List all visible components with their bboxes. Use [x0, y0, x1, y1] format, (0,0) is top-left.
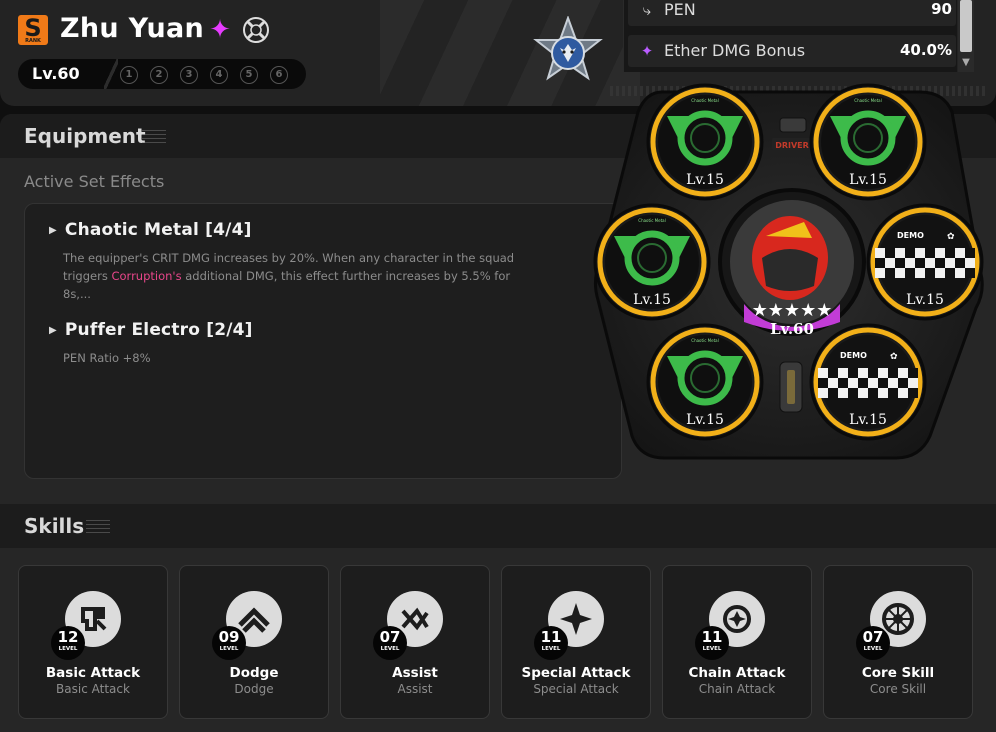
skill-name: Dodge [229, 665, 279, 681]
equipment-section: Equipment Active Set Effects ▶ Chaotic Me… [0, 114, 996, 504]
skill-subtitle: Dodge [234, 682, 274, 696]
skill-level-caption: LEVEL [219, 646, 239, 652]
stats-panel[interactable]: ⤷ PEN 90 ✦ Ether DMG Bonus 40.0% [623, 0, 957, 72]
skill-level-badge: 07 LEVEL [373, 626, 407, 660]
skill-level: 09 [218, 628, 240, 646]
pen-icon: ⤷ [642, 1, 652, 19]
skill-name: Core Skill [861, 665, 935, 681]
cinema-4[interactable]: 4 [210, 66, 228, 84]
equipment-title: Equipment [24, 124, 146, 148]
stat-label: PEN [664, 0, 696, 19]
stat-value: 40.0% [899, 41, 952, 59]
skill-level-caption: LEVEL [702, 646, 722, 652]
skill-level-badge: 11 LEVEL [695, 626, 729, 660]
expand-triangle-icon: ▶ [49, 325, 57, 336]
corruption-link[interactable]: Corruption's [111, 269, 181, 283]
skills-title: Skills [24, 514, 85, 538]
skill-card-dodge[interactable]: 09 LEVEL Dodge Dodge [179, 565, 329, 719]
ether-attribute-icon: ✦ [209, 15, 231, 45]
skill-subtitle: Core Skill [869, 682, 927, 696]
stat-value: 90 [931, 0, 952, 18]
header-dots-decoration [610, 86, 986, 96]
agent-name: Zhu Yuan [60, 13, 205, 44]
skill-level: 11 [701, 628, 723, 646]
skill-level: 12 [57, 628, 79, 646]
skill-card-special-attack[interactable]: 11 LEVEL Special Attack Special Attack [501, 565, 651, 719]
cinema-6[interactable]: 6 [270, 66, 288, 84]
set-title-chaotic-metal[interactable]: ▶ Chaotic Metal [4/4] [49, 220, 252, 240]
title-decoration [86, 520, 110, 534]
skill-name: Special Attack [521, 665, 631, 681]
title-decoration [142, 130, 166, 144]
skill-level-caption: LEVEL [380, 646, 400, 652]
skill-card-chain-attack[interactable]: 11 LEVEL Chain Attack Chain Attack [662, 565, 812, 719]
skill-subtitle: Special Attack [533, 682, 619, 696]
stats-scrollbar[interactable]: ▼ [958, 0, 974, 72]
scroll-down-icon[interactable]: ▼ [958, 56, 974, 70]
skill-level-caption: LEVEL [58, 646, 78, 652]
skill-subtitle: Chain Attack [698, 682, 776, 696]
skill-level: 07 [862, 628, 884, 646]
cinema-1[interactable]: 1 [120, 66, 138, 84]
attack-specialty-icon [243, 17, 269, 43]
level-bar: Lv.60 1 2 3 4 5 6 [18, 59, 306, 89]
stat-row-ether-dmg: ✦ Ether DMG Bonus 40.0% [628, 35, 956, 67]
skill-level-badge: 09 LEVEL [212, 626, 246, 660]
skill-name: Basic Attack [45, 665, 141, 681]
agent-header: S RANK Zhu Yuan ✦ Lv.60 1 2 3 4 5 6 ⤷ PEN… [0, 0, 996, 106]
agent-level: Lv.60 [32, 64, 80, 83]
equipment-header: Equipment [0, 114, 996, 158]
skill-card-basic-attack[interactable]: 12 LEVEL Basic Attack Basic Attack [18, 565, 168, 719]
skill-subtitle: Assist [397, 682, 433, 696]
level-separator [104, 59, 118, 89]
skill-name: Chain Attack [688, 665, 786, 681]
expand-triangle-icon: ▶ [49, 225, 57, 236]
skill-level-badge: 12 LEVEL [51, 626, 85, 660]
skill-level-badge: 07 LEVEL [856, 626, 890, 660]
skill-level: 07 [379, 628, 401, 646]
set-effects-box: ▶ Chaotic Metal [4/4] The equipper's CRIT… [24, 203, 622, 479]
faction-badge-icon [533, 16, 603, 81]
skills-section: Skills 12 LEVEL Basic Attack Basic Attack 09… [0, 504, 996, 732]
skills-header: Skills [0, 504, 996, 548]
stat-row-pen: ⤷ PEN 90 [628, 0, 956, 26]
cinema-2[interactable]: 2 [150, 66, 168, 84]
stat-label: Ether DMG Bonus [664, 41, 806, 60]
ether-sparkle-icon: ✦ [640, 42, 654, 60]
cinema-5[interactable]: 5 [240, 66, 258, 84]
set-title-puffer-electro[interactable]: ▶ Puffer Electro [2/4] [49, 320, 253, 340]
skill-level: 11 [540, 628, 562, 646]
active-set-label: Active Set Effects [24, 172, 165, 191]
scrollbar-thumb[interactable] [960, 0, 972, 52]
cinema-3[interactable]: 3 [180, 66, 198, 84]
skill-subtitle: Basic Attack [56, 682, 130, 696]
skill-name: Assist [392, 665, 438, 681]
set-desc-puffer-electro: PEN Ratio +8% [63, 351, 151, 365]
skill-level-caption: LEVEL [541, 646, 561, 652]
skill-card-core-skill[interactable]: 07 LEVEL Core Skill Core Skill [823, 565, 973, 719]
set-desc-chaotic-metal: The equipper's CRIT DMG increases by 20%… [63, 251, 515, 301]
skill-level-caption: LEVEL [863, 646, 883, 652]
skill-level-badge: 11 LEVEL [534, 626, 568, 660]
rank-badge: S RANK [18, 15, 48, 45]
skill-card-assist[interactable]: 07 LEVEL Assist Assist [340, 565, 490, 719]
